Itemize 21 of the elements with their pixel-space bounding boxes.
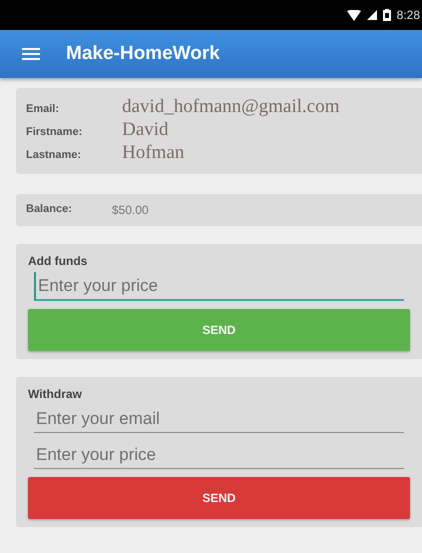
send-button[interactable]: SEND [28,477,410,519]
balance-label: Balance: [26,203,72,217]
input-field[interactable]: Enter your email [34,405,404,433]
field-value: david_hofmann@gmail.com [122,96,340,118]
menu-icon[interactable] [22,48,40,60]
input-field[interactable]: Enter your price [34,441,404,469]
form-title: Add funds [28,254,88,268]
battery-icon [382,9,391,21]
signal-icon [366,10,377,20]
clock-time: 8:28 [396,8,420,22]
field-label: Firstname: [26,126,84,138]
wifi-icon [346,10,361,20]
form-title: Withdraw [28,387,83,401]
field-value: Hofman [122,142,186,164]
field-label: Lastname: [26,149,82,161]
send-button[interactable]: SEND [28,309,410,351]
input-field[interactable]: Enter your price [34,272,404,301]
balance-value: $50.00 [112,203,149,217]
app-title: Make-HomeWork [66,43,220,65]
field-label: Email: [26,103,60,115]
field-value: David [122,119,170,141]
